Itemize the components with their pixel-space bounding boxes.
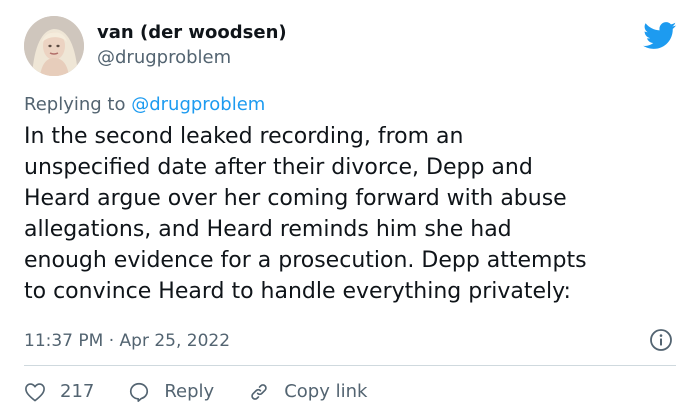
heart-icon — [25, 383, 45, 402]
action-bar: 217 Reply Copy link — [24, 377, 367, 407]
tweet-text: In the second leaked recording, from an … — [24, 121, 684, 307]
like-button[interactable]: 217 — [24, 381, 94, 403]
tweet-text-line: unspecified date after their divorce, De… — [24, 155, 533, 180]
tweet-text-line: allegations, and Heard reminds him she h… — [24, 217, 512, 242]
copy-link-label: Copy link — [284, 381, 368, 402]
tweet-card: van (der woodsen) @drugproblem Replying … — [0, 0, 700, 415]
reply-button[interactable]: Reply — [128, 381, 214, 403]
tweet-text-line: Heard argue over her coming forward with… — [24, 186, 567, 211]
reply-label: Reply — [164, 381, 215, 402]
like-count: 217 — [60, 381, 95, 402]
twitter-bird-icon[interactable] — [643, 22, 677, 50]
tweet-text-line: In the second leaked recording, from an — [24, 124, 464, 149]
reply-bubble-icon — [130, 382, 149, 402]
avatar[interactable] — [24, 16, 84, 76]
author-block[interactable]: van (der woodsen) @drugproblem — [97, 22, 287, 69]
link-icon — [251, 384, 267, 400]
tweet-text-line: to convince Heard to handle everything p… — [24, 279, 571, 304]
info-icon[interactable] — [649, 328, 673, 352]
reply-context: Replying to @drugproblem — [24, 94, 265, 116]
copy-link-button[interactable]: Copy link — [248, 381, 367, 403]
reply-context-prefix: Replying to — [24, 94, 132, 115]
author-handle[interactable]: @drugproblem — [97, 47, 287, 69]
avatar-image — [24, 16, 84, 76]
tweet-timestamp[interactable]: 11:37 PM · Apr 25, 2022 — [24, 330, 230, 352]
tweet-text-line: enough evidence for a prosecution. Depp … — [24, 248, 587, 273]
reply-context-mention[interactable]: @drugproblem — [131, 94, 265, 115]
author-display-name[interactable]: van (der woodsen) — [97, 22, 287, 44]
divider — [24, 365, 676, 366]
